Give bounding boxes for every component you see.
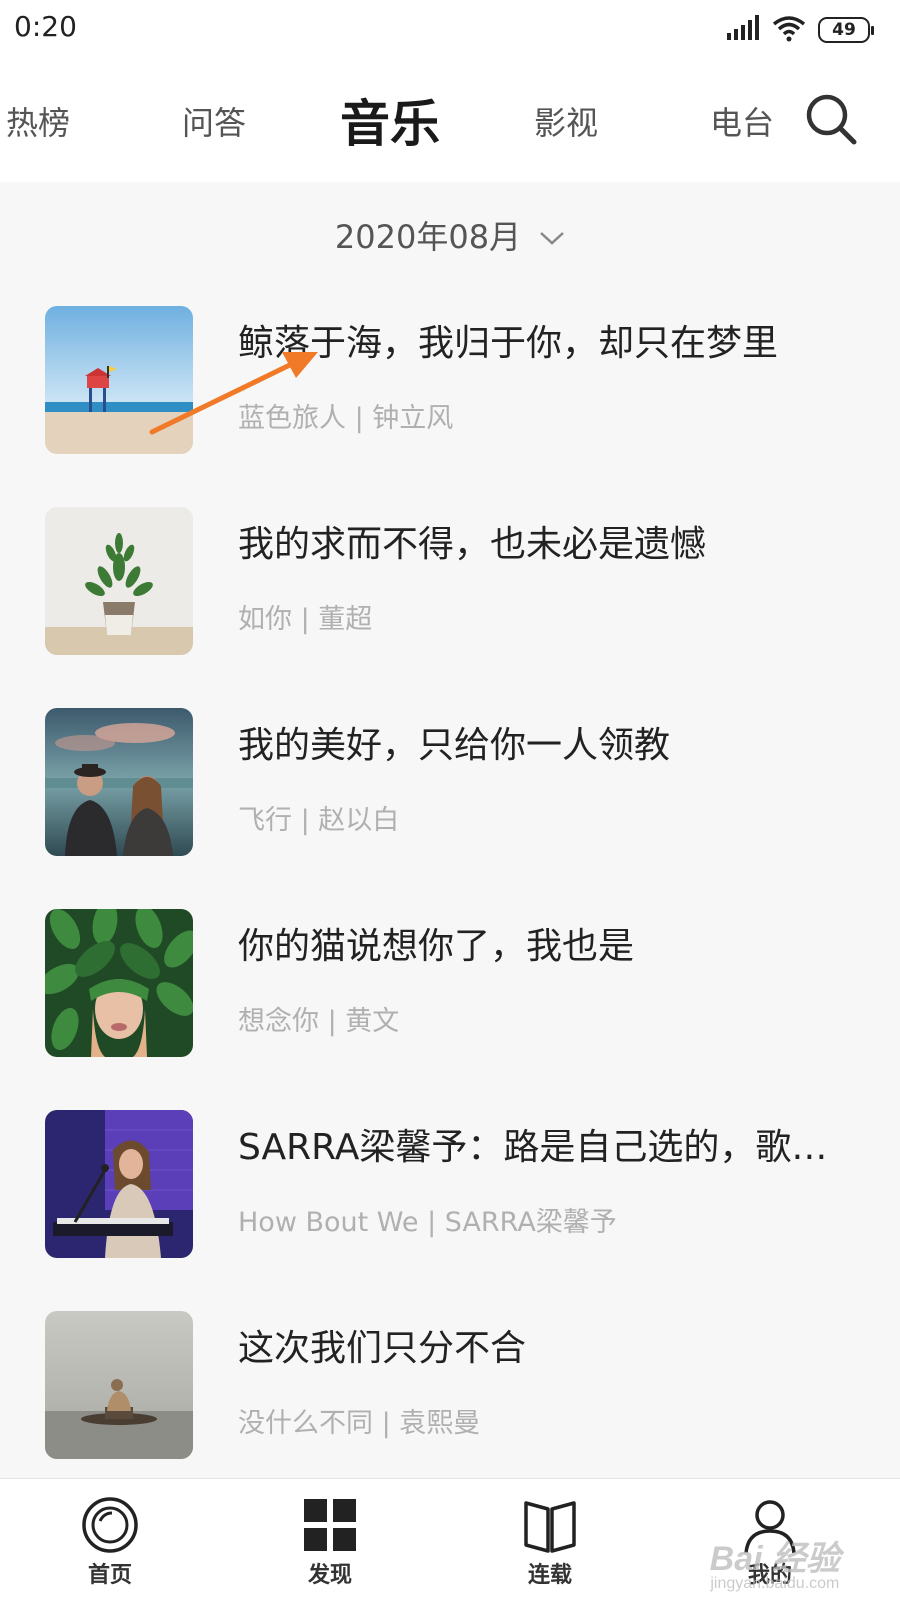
song-cover-image [45,708,193,856]
bottom-navigation: 首页 发现 连载 我的 Bai 经验 jingyan.baidu.com [0,1478,900,1600]
song-subtitle: 想念你 | 黄文 [238,1006,400,1037]
list-item[interactable]: 你的猫说想你了，我也是 想念你 | 黄文 [0,909,900,1059]
song-title: 你的猫说想你了，我也是 [238,926,635,967]
battery-indicator: 49 [818,17,874,43]
song-cover-image [45,909,193,1057]
song-cover-image [45,507,193,655]
chevron-down-icon [539,216,565,254]
date-value: 2020年08月 [334,218,522,256]
grid-icon [304,1499,356,1551]
date-selector[interactable]: 2020年08月 [0,212,900,258]
status-icons: 49 [726,14,874,46]
top-tab-bar: 热榜 问答 音乐 影视 电台 [0,62,900,182]
watermark-sub: jingyan.baidu.com [710,1575,840,1592]
song-cover-image [45,1110,193,1258]
list-item[interactable]: 鲸落于海，我归于你，却只在梦里 蓝色旅人 | 钟立风 [0,306,900,456]
song-subtitle: 飞行 | 赵以白 [238,805,400,836]
list-item[interactable]: 这次我们只分不合 没什么不同 | 袁熙曼 [0,1311,900,1461]
song-title: 这次我们只分不合 [238,1328,527,1369]
wifi-icon [772,14,806,46]
search-icon[interactable] [804,92,860,148]
list-item[interactable]: SARRA梁馨予：路是自己选的，歌… How Bout We | SARRA梁馨… [0,1110,900,1260]
home-circle-icon [82,1497,138,1553]
tab-radio[interactable]: 电台 [710,98,774,144]
status-bar: 0:20 49 [0,0,900,62]
song-subtitle: How Bout We | SARRA梁馨予 [238,1207,617,1238]
tab-video[interactable]: 影视 [534,98,598,144]
song-subtitle: 蓝色旅人 | 钟立风 [238,403,454,434]
nav-serial[interactable]: 连载 [490,1495,610,1589]
watermark-logo: Bai 经验 jingyan.baidu.com [710,1542,840,1592]
status-time: 0:20 [14,10,77,43]
song-title: 我的美好，只给你一人领教 [238,725,671,766]
book-icon [524,1501,576,1553]
tab-hot-list[interactable]: 热榜 [6,98,70,144]
song-title: SARRA梁馨予：路是自己选的，歌… [238,1127,828,1168]
song-cover-image [45,306,193,454]
list-item[interactable]: 我的美好，只给你一人领教 飞行 | 赵以白 [0,708,900,858]
song-subtitle: 如你 | 董超 [238,604,373,635]
song-cover-image [45,1311,193,1459]
tab-music[interactable]: 音乐 [340,84,440,156]
nav-home-label: 首页 [87,1563,132,1588]
list-item[interactable]: 我的求而不得，也未必是遗憾 如你 | 董超 [0,507,900,657]
nav-discover-label: 发现 [307,1563,352,1588]
watermark-main: Bai 经验 [709,1540,840,1578]
song-subtitle: 没什么不同 | 袁熙曼 [238,1408,481,1439]
song-title: 我的求而不得，也未必是遗憾 [238,524,707,565]
nav-home[interactable]: 首页 [50,1495,170,1589]
signal-icon [726,15,760,45]
nav-discover[interactable]: 发现 [270,1495,390,1589]
tab-qa[interactable]: 问答 [182,98,246,144]
nav-serial-label: 连载 [527,1563,572,1588]
song-title: 鲸落于海，我归于你，却只在梦里 [238,323,779,364]
